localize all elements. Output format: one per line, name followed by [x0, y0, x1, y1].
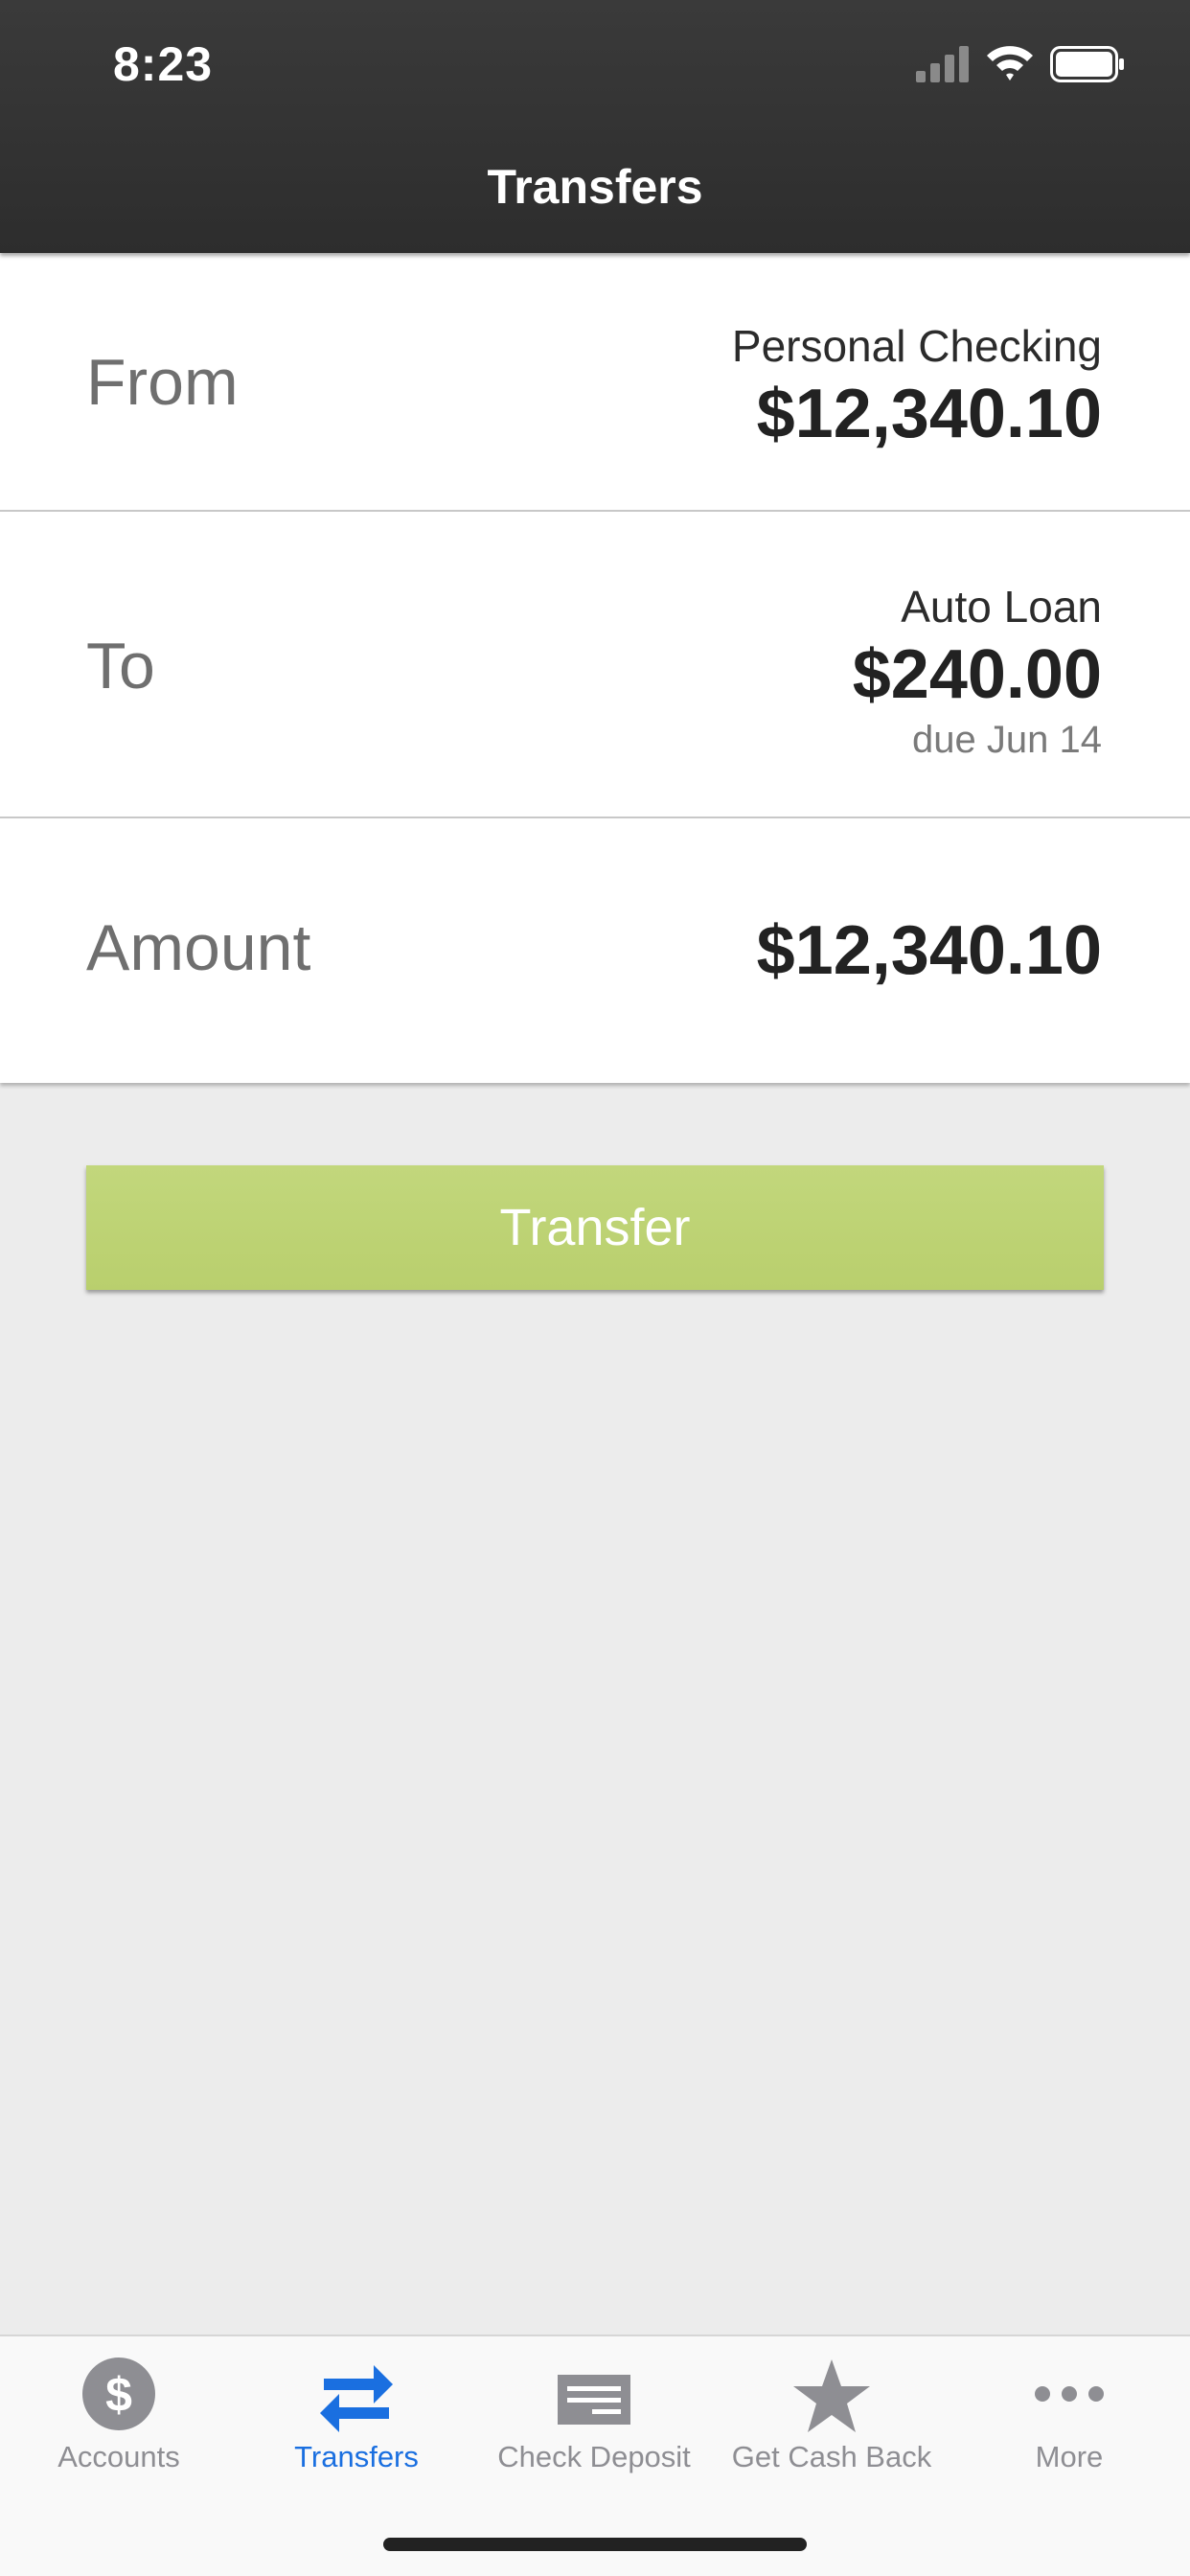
tab-transfers-label: Transfers	[294, 2440, 419, 2473]
to-account-details: Auto Loan $240.00 due Jun 14	[853, 579, 1102, 765]
transfer-form: From Personal Checking $12,340.10 To Aut…	[0, 253, 1190, 1083]
from-account-balance: $12,340.10	[756, 376, 1102, 452]
tab-transfers[interactable]: Transfers	[238, 2336, 475, 2509]
tab-get-cash-back-label: Get Cash Back	[731, 2440, 932, 2473]
star-icon	[793, 2359, 870, 2432]
to-account-row[interactable]: To Auto Loan $240.00 due Jun 14	[0, 512, 1190, 818]
wifi-icon	[987, 46, 1033, 80]
amount-value: $12,340.10	[756, 912, 1102, 989]
tab-check-deposit[interactable]: Check Deposit	[475, 2336, 713, 2509]
tab-check-deposit-label: Check Deposit	[497, 2440, 691, 2473]
page-title: Transfers	[487, 160, 703, 214]
amount-row[interactable]: Amount $12,340.10	[0, 818, 1190, 1083]
transfer-arrows-icon	[320, 2365, 393, 2432]
tab-get-cash-back[interactable]: Get Cash Back	[713, 2336, 950, 2509]
amount-label: Amount	[86, 911, 311, 984]
svg-text:$: $	[105, 2368, 132, 2422]
amount-details: $12,340.10	[757, 910, 1102, 991]
tab-more-label: More	[1035, 2440, 1104, 2473]
to-account-due-date: due Jun 14	[912, 719, 1102, 761]
check-icon	[558, 2375, 630, 2425]
status-time: 8:23	[113, 37, 214, 91]
navigation-header: 8:23 Transfers	[0, 0, 1190, 253]
from-label: From	[86, 346, 239, 419]
tab-accounts[interactable]: $ Accounts	[0, 2336, 238, 2509]
from-account-details: Personal Checking $12,340.10	[732, 318, 1102, 454]
transfer-button[interactable]: Transfer	[86, 1165, 1104, 1290]
tab-accounts-label: Accounts	[57, 2440, 180, 2473]
signal-icon	[916, 46, 969, 82]
to-account-name: Auto Loan	[901, 582, 1102, 632]
dollar-icon: $	[82, 2358, 155, 2430]
from-account-row[interactable]: From Personal Checking $12,340.10	[0, 253, 1190, 512]
from-account-name: Personal Checking	[731, 321, 1102, 371]
more-dots-icon	[1035, 2386, 1104, 2402]
home-indicator	[383, 2538, 807, 2551]
to-account-amount: $240.00	[852, 636, 1102, 713]
tab-more[interactable]: More	[950, 2336, 1188, 2509]
battery-icon	[1050, 46, 1124, 82]
to-label: To	[86, 630, 155, 702]
